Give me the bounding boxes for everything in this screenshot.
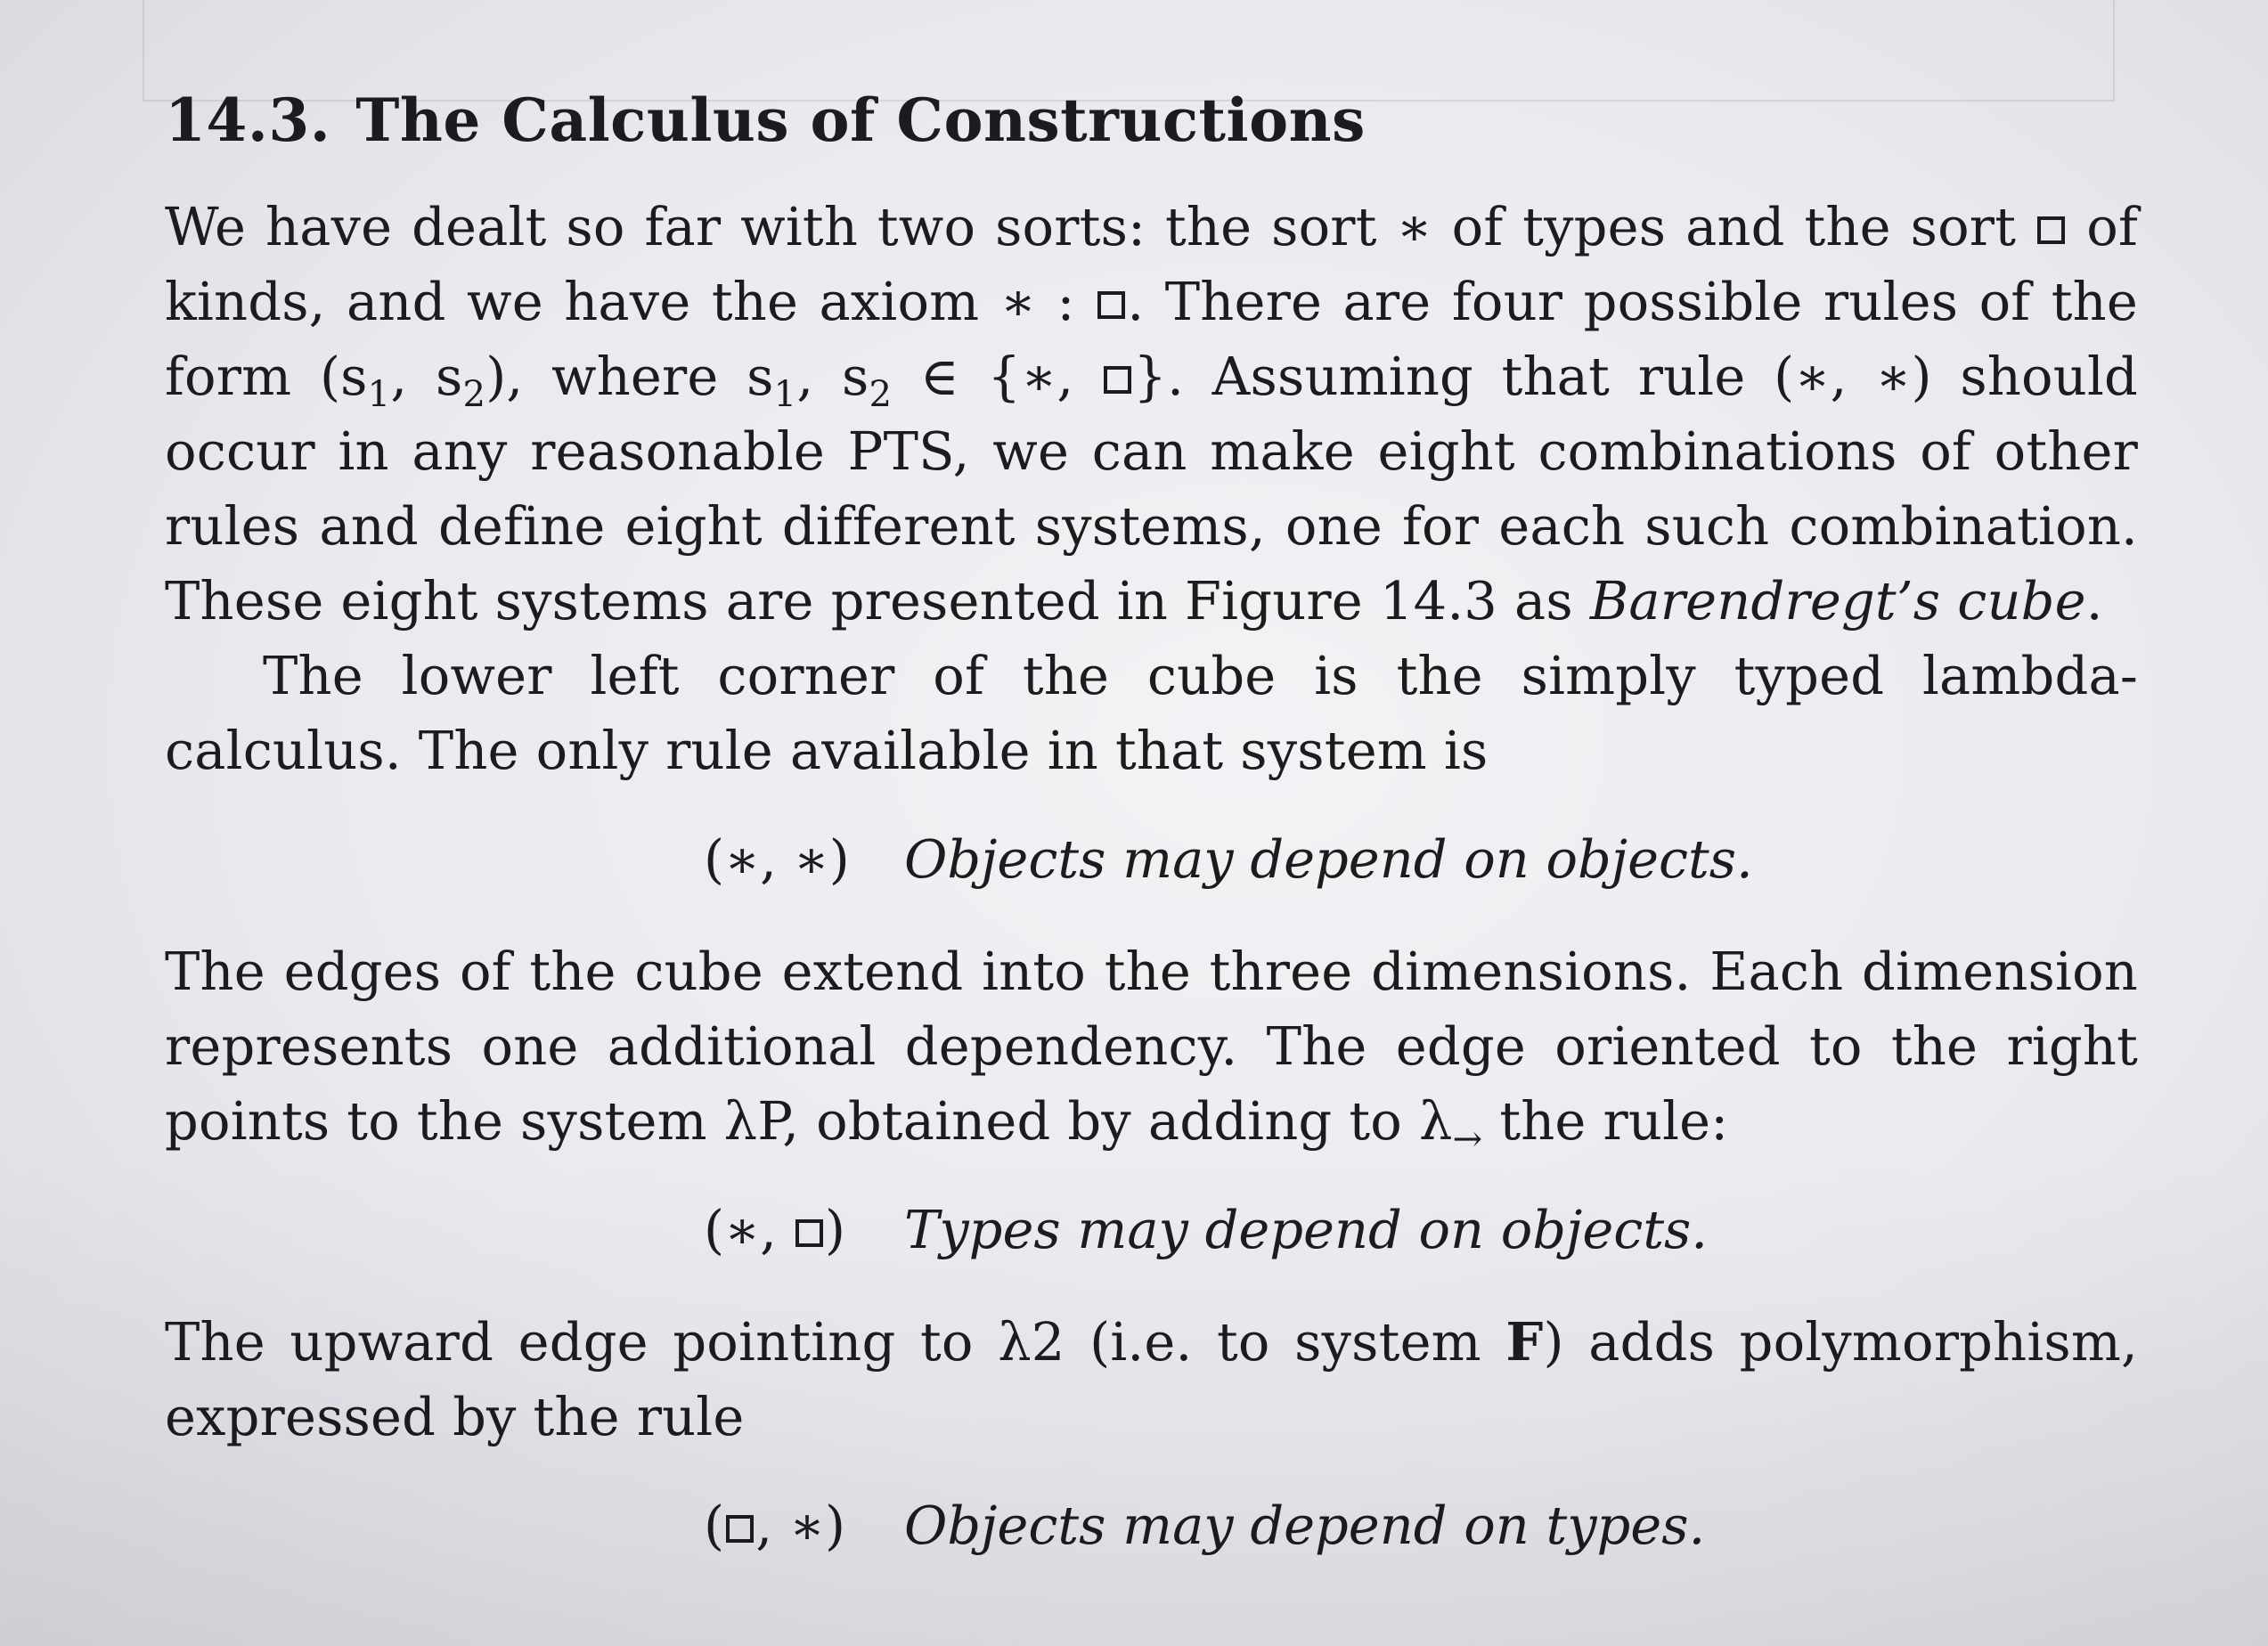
rule-star-box: (∗, ) Types may depend on objects. [165,1193,2138,1267]
rule-label: (∗, ) [704,1193,845,1267]
rule-label-open: ( [704,1495,725,1556]
p1-text-g: ∈ {∗, [892,346,1102,407]
p1-text-end: . [2085,570,2103,632]
section-title: The Calculus of Constructions [355,86,1366,155]
p3-text: The edges of the cube extend into the th… [165,941,2138,1152]
rule-label-close: , ∗) [755,1495,846,1556]
section-heading: 14.3. The Calculus of Constructions [165,85,2138,156]
paragraph-edges: The edges of the cube extend into the th… [165,934,2138,1159]
box-sort-icon [795,1219,823,1247]
book-page: 14.3. The Calculus of Constructions We ha… [165,85,2138,1601]
box-sort-icon [2037,216,2066,244]
rule-label: (∗, ∗) [704,828,850,890]
arrow-subscript: → [1452,1118,1483,1160]
rule-star-star: (∗, ∗) Objects may depend on objects. [165,822,2138,897]
rule-label-open: (∗, [704,1199,794,1260]
subscript: 1 [367,373,391,415]
p4-text-a: The upward edge pointing to λ2 (i.e. to … [165,1311,1506,1373]
rule-description: Types may depend on objects. [904,1199,1709,1260]
rule-description: Objects may depend on objects. [904,828,1753,890]
rule-box-star: ( , ∗) Objects may depend on types. [165,1488,2138,1563]
rule-label: ( , ∗) [704,1488,845,1563]
system-f-label: F [1505,1311,1544,1373]
p3-text-end: the rule: [1482,1090,1729,1152]
section-number: 14.3. [165,86,331,155]
box-sort-icon [726,1515,755,1543]
rule-description: Objects may depend on types. [904,1495,1706,1556]
paragraph-lower-left-corner: The lower left corner of the cube is the… [165,645,2138,781]
p1-text-d: , s [390,346,463,407]
subscript: 1 [773,373,797,415]
rule-label-close: ) [825,1199,846,1260]
paragraph-polymorphism: The upward edge pointing to λ2 (i.e. to … [165,1305,2138,1455]
box-sort-icon [1104,366,1131,394]
p1-text-f: , s [796,346,869,407]
barendregt-cube-term: Barendregt’s cube [1589,570,2086,632]
box-sort-icon [1097,291,1125,319]
subscript: 2 [869,373,893,415]
paragraph-sorts: We have dealt so far with two sorts: the… [165,190,2138,639]
subscript: 2 [462,373,486,415]
p1-text-a: We have dealt so far with two sorts: the… [165,196,2035,257]
p1-text-e: ), where s [485,346,774,407]
